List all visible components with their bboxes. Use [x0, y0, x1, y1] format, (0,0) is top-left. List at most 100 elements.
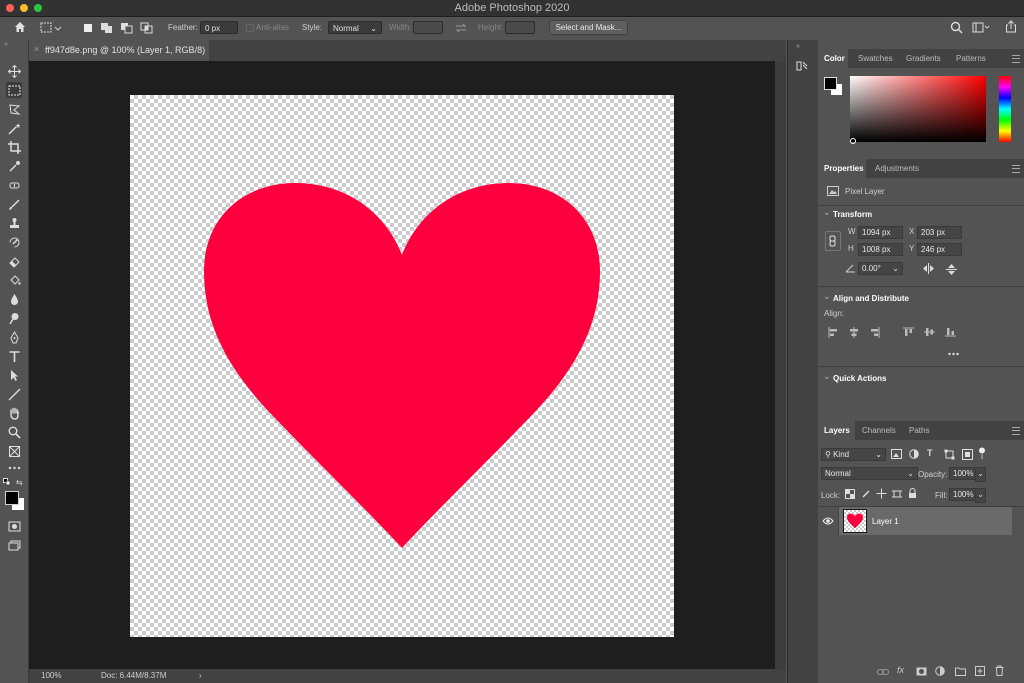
filter-shape-icon[interactable]: [944, 449, 955, 460]
align-top-icon[interactable]: [903, 327, 914, 337]
layer-filter-select[interactable]: ⚲ Kind ⌄: [821, 448, 886, 461]
new-group-icon[interactable]: [955, 667, 966, 676]
expand-panels-icon[interactable]: «: [796, 43, 800, 50]
frame-tool-icon[interactable]: [6, 443, 22, 459]
eyedropper-tool-icon[interactable]: [6, 158, 22, 174]
intersect-selection-icon[interactable]: [140, 22, 154, 34]
filter-type-icon[interactable]: T: [927, 448, 933, 458]
tab-layers[interactable]: Layers: [824, 426, 850, 435]
layer-name[interactable]: Layer 1: [872, 517, 899, 526]
layer-visibility-toggle[interactable]: [818, 507, 839, 535]
lock-artboard-icon[interactable]: [892, 489, 902, 499]
link-icon[interactable]: [825, 231, 841, 251]
align-right-icon[interactable]: [870, 327, 880, 338]
width-field[interactable]: 1094 px: [858, 226, 903, 239]
tab-channels[interactable]: Channels: [862, 426, 896, 435]
style-select[interactable]: Normal ⌄: [328, 21, 382, 34]
more-tools-icon[interactable]: [6, 460, 22, 476]
height-input[interactable]: [505, 21, 535, 34]
tab-swatches[interactable]: Swatches: [858, 54, 893, 63]
filter-toggle-icon[interactable]: [978, 447, 986, 460]
swap-dimensions-icon[interactable]: [455, 22, 467, 34]
filter-smart-object-icon[interactable]: [962, 449, 973, 460]
lock-all-icon[interactable]: [908, 488, 917, 499]
swap-colors-icon[interactable]: ⇆: [16, 478, 23, 487]
transform-header[interactable]: Transform: [823, 207, 872, 219]
new-layer-icon[interactable]: [975, 666, 985, 676]
status-menu-arrow-icon[interactable]: ›: [199, 671, 202, 680]
feather-input[interactable]: 0 px: [200, 21, 238, 34]
width-input[interactable]: [413, 21, 443, 34]
tab-gradients[interactable]: Gradients: [906, 54, 941, 63]
panel-menu-icon[interactable]: [1012, 165, 1020, 173]
x-field[interactable]: 203 px: [917, 226, 962, 239]
quick-mask-icon[interactable]: [6, 518, 22, 534]
search-icon[interactable]: [950, 21, 963, 34]
color-foreground-swatch[interactable]: [824, 77, 837, 90]
history-panel-icon[interactable]: [796, 59, 809, 72]
tab-properties[interactable]: Properties: [824, 164, 864, 173]
pen-tool-icon[interactable]: [6, 329, 22, 345]
new-selection-icon[interactable]: [82, 22, 94, 34]
add-to-selection-icon[interactable]: [100, 22, 114, 34]
flip-vertical-icon[interactable]: [946, 263, 957, 276]
vertical-scrollbar[interactable]: [775, 61, 786, 669]
tab-color[interactable]: Color: [824, 54, 845, 63]
stamp-tool-icon[interactable]: [6, 215, 22, 231]
rectangular-marquee-tool-icon[interactable]: [6, 82, 22, 98]
align-bottom-icon[interactable]: [945, 327, 956, 337]
close-tab-icon[interactable]: ×: [34, 44, 39, 54]
adjustment-layer-icon[interactable]: [935, 666, 945, 676]
align-distribute-header[interactable]: Align and Distribute: [823, 291, 909, 303]
paint-bucket-tool-icon[interactable]: [6, 272, 22, 288]
fill-field[interactable]: 100%: [949, 488, 976, 501]
zoom-level[interactable]: 100%: [41, 671, 61, 680]
opacity-dropdown-icon[interactable]: ⌄: [975, 467, 986, 482]
eraser-tool-icon[interactable]: [6, 253, 22, 269]
line-tool-icon[interactable]: [6, 386, 22, 402]
align-center-icon[interactable]: [849, 327, 859, 338]
layer-row[interactable]: Layer 1: [818, 507, 1012, 535]
marquee-preset-icon[interactable]: [40, 22, 62, 34]
blur-tool-icon[interactable]: [6, 291, 22, 307]
type-tool-icon[interactable]: [6, 348, 22, 364]
collapse-toolbar-icon[interactable]: »: [4, 41, 8, 48]
document-tab[interactable]: × ff947d8e.png @ 100% (Layer 1, RGB/8): [29, 40, 209, 61]
panel-menu-icon[interactable]: [1012, 427, 1020, 435]
home-icon[interactable]: [13, 20, 27, 34]
hand-tool-icon[interactable]: [6, 405, 22, 421]
default-colors-icon[interactable]: [3, 478, 11, 486]
subtract-from-selection-icon[interactable]: [120, 22, 134, 34]
align-left-icon[interactable]: [828, 327, 838, 338]
fill-dropdown-icon[interactable]: ⌄: [975, 488, 986, 503]
lock-image-pixels-icon[interactable]: [861, 489, 871, 499]
dodge-tool-icon[interactable]: [6, 310, 22, 326]
healing-brush-tool-icon[interactable]: [6, 177, 22, 193]
filter-pixel-icon[interactable]: [891, 449, 902, 459]
path-selection-tool-icon[interactable]: [6, 367, 22, 383]
flip-horizontal-icon[interactable]: [922, 263, 935, 274]
align-middle-icon[interactable]: [924, 327, 935, 337]
y-field[interactable]: 246 px: [917, 243, 962, 256]
height-field[interactable]: 1008 px: [858, 243, 903, 256]
lasso-tool-icon[interactable]: [6, 101, 22, 117]
document-canvas[interactable]: [130, 95, 674, 637]
color-picker-field[interactable]: [850, 76, 986, 142]
more-options-icon[interactable]: [948, 352, 959, 356]
opacity-field[interactable]: 100%: [949, 467, 976, 480]
history-brush-tool-icon[interactable]: [6, 234, 22, 250]
share-icon[interactable]: [1005, 20, 1017, 33]
move-tool-icon[interactable]: [6, 63, 22, 79]
magic-wand-tool-icon[interactable]: [6, 120, 22, 136]
tab-adjustments[interactable]: Adjustments: [875, 164, 919, 173]
zoom-tool-icon[interactable]: [6, 424, 22, 440]
color-picker-cursor[interactable]: [850, 138, 856, 144]
brush-tool-icon[interactable]: [6, 196, 22, 212]
fx-icon[interactable]: fx: [897, 665, 904, 675]
filter-adjustment-icon[interactable]: [909, 449, 919, 459]
tab-patterns[interactable]: Patterns: [956, 54, 986, 63]
hue-slider[interactable]: [999, 76, 1011, 142]
foreground-color-swatch[interactable]: [5, 491, 19, 505]
lock-transparent-pixels-icon[interactable]: [845, 489, 855, 499]
tab-paths[interactable]: Paths: [909, 426, 929, 435]
